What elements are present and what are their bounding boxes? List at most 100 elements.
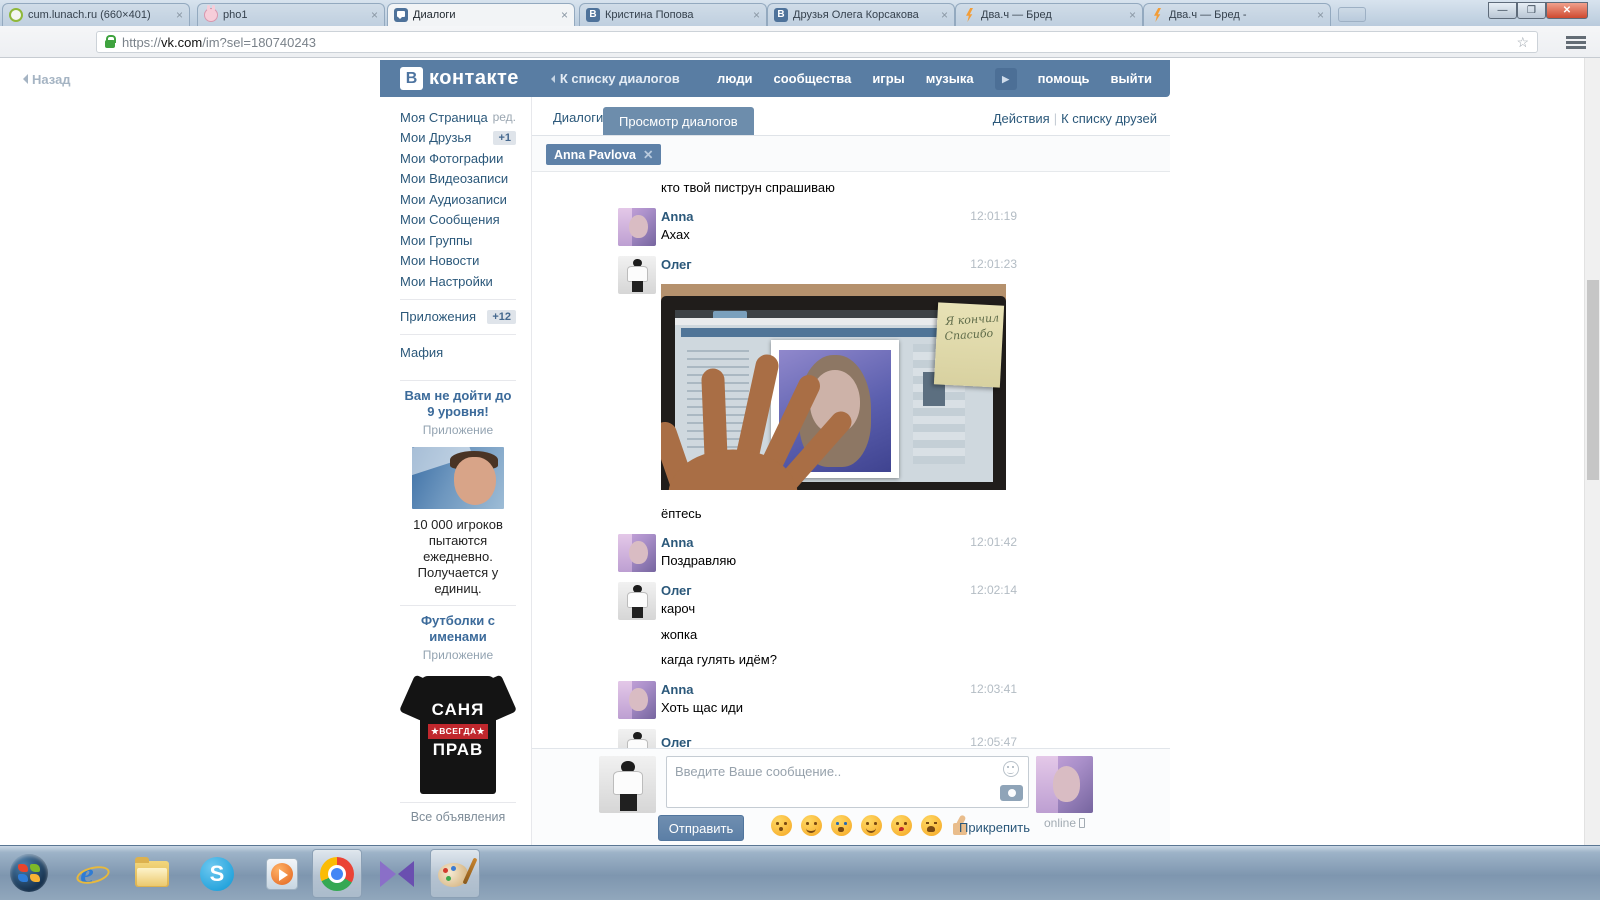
- ad-block[interactable]: Футболки с именами Приложение САНЯ ★ВСЕГ…: [398, 613, 518, 794]
- avatar-anna[interactable]: [618, 681, 656, 719]
- send-button[interactable]: Отправить: [658, 815, 744, 841]
- taskbar-paint-button[interactable]: [430, 849, 480, 898]
- message-author[interactable]: Anna: [661, 682, 694, 697]
- person-filter-tag[interactable]: Anna Pavlova ✕: [546, 144, 662, 165]
- nav-communities[interactable]: сообщества: [773, 71, 851, 86]
- message-author[interactable]: Олег: [661, 583, 692, 598]
- all-ads-link[interactable]: Все объявления: [400, 810, 516, 824]
- relieved-face-emoji[interactable]: [801, 815, 822, 836]
- back-arrow-icon: [18, 74, 28, 84]
- nav-logout[interactable]: выйти: [1111, 71, 1152, 86]
- actions-link[interactable]: Действия: [993, 111, 1050, 126]
- kissing-face-emoji[interactable]: [771, 815, 792, 836]
- sidebar-item-my-settings[interactable]: Мои Настройки: [400, 271, 516, 292]
- minimize-button[interactable]: —: [1488, 2, 1517, 19]
- tag-close-icon[interactable]: ✕: [643, 148, 653, 162]
- avatar-anna[interactable]: [618, 208, 656, 246]
- counter-badge: +12: [487, 309, 516, 324]
- attach-photo-camera-icon[interactable]: [1000, 785, 1023, 801]
- bookmark-star-icon[interactable]: ☆: [1516, 34, 1529, 51]
- nav-help[interactable]: помощь: [1038, 71, 1090, 86]
- smiling-face-emoji[interactable]: [861, 815, 882, 836]
- sidebar-item-my-friends[interactable]: Мои Друзья +1: [400, 128, 516, 149]
- tab-dialogs[interactable]: Диалоги: [553, 110, 603, 125]
- message-author[interactable]: Anna: [661, 535, 694, 550]
- tab-close-icon[interactable]: ×: [753, 8, 760, 22]
- vk-logo[interactable]: В контакте: [400, 67, 519, 90]
- ad-title[interactable]: Вам не дойти до 9 уровня!: [400, 388, 516, 420]
- scrollbar-thumb[interactable]: [1587, 280, 1599, 480]
- attach-link[interactable]: Прикрепить: [959, 820, 1030, 835]
- ad-title[interactable]: Футболки с именами: [400, 613, 516, 645]
- tshirt-ad-image[interactable]: САНЯ ★ВСЕГДА★ ПРАВ: [398, 672, 518, 794]
- browser-tab[interactable]: B Друзья Олега Корсакова ×: [767, 3, 955, 26]
- back-to-dialogs-link[interactable]: К списку диалогов: [547, 71, 680, 86]
- message-author[interactable]: Олег: [661, 735, 692, 748]
- sidebar-item-my-videos[interactable]: Мои Видеозаписи: [400, 169, 516, 190]
- message-time: 12:02:14: [970, 583, 1017, 597]
- emoji-picker-icon[interactable]: [1003, 761, 1019, 777]
- message-photo[interactable]: Я кончил Спасибо: [661, 284, 1006, 490]
- restore-button[interactable]: ❐: [1517, 2, 1546, 19]
- ad-block[interactable]: Вам не дойти до 9 уровня! Приложение 10 …: [400, 388, 516, 597]
- message-author[interactable]: Олег: [661, 257, 692, 272]
- sidebar-item-my-photos[interactable]: Мои Фотографии: [400, 148, 516, 169]
- edit-link[interactable]: ред.: [493, 110, 516, 124]
- crying-face-emoji[interactable]: [831, 815, 852, 836]
- weary-face-emoji[interactable]: [921, 815, 942, 836]
- avatar-oleg[interactable]: [618, 256, 656, 294]
- tab-close-icon[interactable]: ×: [561, 8, 568, 22]
- kiss-heart-face-emoji[interactable]: [891, 815, 912, 836]
- message-input[interactable]: [666, 756, 1029, 808]
- start-button[interactable]: [10, 854, 48, 892]
- tab-view-dialogs-active[interactable]: Просмотр диалогов: [603, 107, 754, 135]
- chrome-menu-icon[interactable]: [1566, 36, 1586, 49]
- message-partial: кто твой пиструн спрашиваю: [661, 180, 835, 195]
- avatar-oleg[interactable]: [618, 729, 656, 748]
- browser-tab-active[interactable]: Диалоги ×: [387, 3, 575, 26]
- sidebar-item-my-news[interactable]: Мои Новости: [400, 251, 516, 272]
- taskbar-file-explorer-button[interactable]: [127, 849, 177, 898]
- sidebar-item-apps[interactable]: Приложения +12: [400, 307, 516, 328]
- browser-tab[interactable]: pho1 ×: [197, 3, 385, 26]
- tab-close-icon[interactable]: ×: [1317, 8, 1324, 22]
- taskbar-chrome-button[interactable]: [312, 849, 362, 898]
- browser-tab[interactable]: Два.ч — Бред ×: [955, 3, 1143, 26]
- new-tab-button[interactable]: [1338, 7, 1366, 22]
- sidebar-item-my-audio[interactable]: Мои Аудиозаписи: [400, 189, 516, 210]
- message: Anna 12:03:41 Хоть щас иди: [532, 681, 1170, 727]
- close-button[interactable]: ✕: [1546, 2, 1588, 19]
- message-author[interactable]: Anna: [661, 209, 694, 224]
- taskbar-skype-button[interactable]: S: [192, 849, 242, 898]
- composer-avatar-anna[interactable]: [1036, 756, 1093, 813]
- url-scheme: https://: [122, 34, 162, 50]
- nav-music[interactable]: музыка: [926, 71, 974, 86]
- taskbar-kmplayer-button[interactable]: [372, 849, 422, 898]
- sidebar-item-my-groups[interactable]: Мои Группы: [400, 230, 516, 251]
- ad-image[interactable]: [412, 446, 504, 509]
- tab-close-icon[interactable]: ×: [941, 8, 948, 22]
- page-scrollbar[interactable]: [1584, 58, 1600, 845]
- browser-tab[interactable]: Два.ч — Бред - ×: [1143, 3, 1331, 26]
- sidebar-item-my-messages[interactable]: Мои Сообщения: [400, 210, 516, 231]
- tab-close-icon[interactable]: ×: [1129, 8, 1136, 22]
- taskbar-internet-explorer-button[interactable]: e: [62, 849, 112, 898]
- message-list[interactable]: кто твой пиструн спрашиваю Anna 12:01:19…: [532, 172, 1170, 748]
- vk-back-link[interactable]: Назад: [18, 72, 71, 87]
- taskbar-media-player-button[interactable]: [257, 849, 307, 898]
- composer-avatar-oleg[interactable]: [599, 756, 656, 813]
- to-friends-link[interactable]: К списку друзей: [1061, 111, 1157, 126]
- message: Anna 12:01:42 Поздравляю: [532, 534, 1170, 580]
- avatar-anna[interactable]: [618, 534, 656, 572]
- nav-more-button[interactable]: ▶: [994, 67, 1017, 90]
- nav-games[interactable]: игры: [872, 71, 904, 86]
- nav-people[interactable]: люди: [717, 71, 752, 86]
- tab-close-icon[interactable]: ×: [371, 8, 378, 22]
- browser-tab[interactable]: cum.lunach.ru (660×401) ×: [2, 3, 190, 26]
- sidebar-item-mafia[interactable]: Мафия: [400, 342, 516, 363]
- address-bar[interactable]: https://vk.com/im?sel=180740243 ☆: [96, 31, 1538, 53]
- sidebar-item-my-page[interactable]: Моя Страница ред.: [400, 107, 516, 128]
- avatar-oleg[interactable]: [618, 582, 656, 620]
- browser-tab[interactable]: B Кристина Попова ×: [579, 3, 767, 26]
- tab-close-icon[interactable]: ×: [176, 8, 183, 22]
